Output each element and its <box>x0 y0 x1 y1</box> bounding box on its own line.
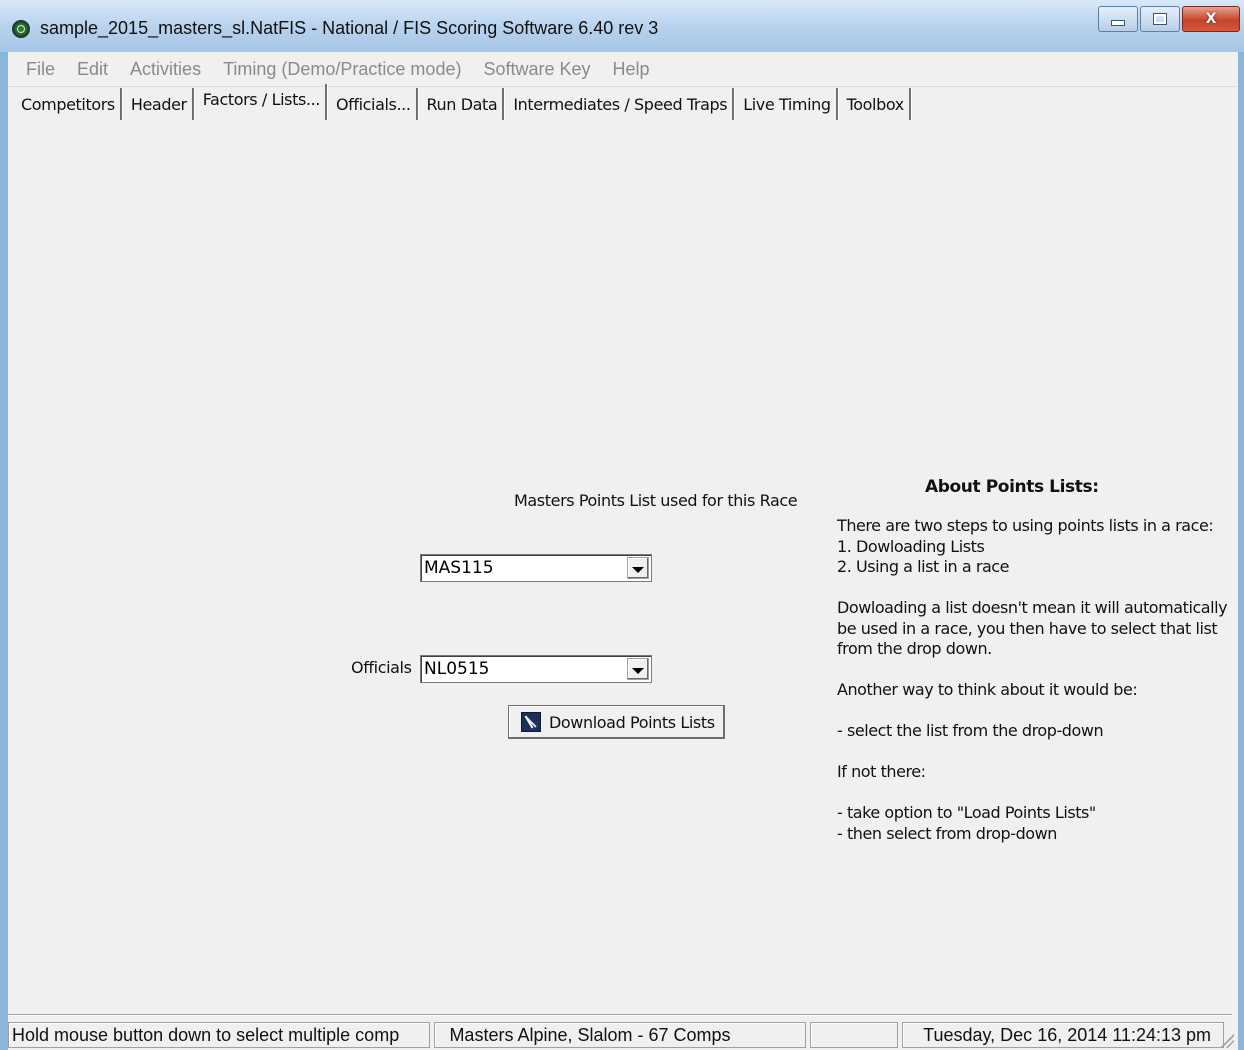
window-controls: X <box>1096 6 1240 32</box>
app-logo-icon[interactable] <box>12 20 30 38</box>
tab-officials[interactable]: Officials... <box>331 88 418 120</box>
status-bar: Hold mouse button down to select multipl… <box>8 1022 1238 1050</box>
about-line: - take option to "Load Points Lists" <box>837 803 1096 822</box>
chevron-down-icon[interactable] <box>627 658 649 680</box>
maximize-button[interactable] <box>1140 6 1180 32</box>
status-race-info: Masters Alpine, Slalom - 67 Comps <box>434 1022 806 1048</box>
menu-file[interactable]: File <box>8 59 66 80</box>
resize-grip-icon[interactable] <box>1220 1034 1234 1048</box>
download-icon <box>521 712 541 732</box>
about-line: - then select from drop-down <box>837 823 1057 843</box>
about-line: There are two steps to using points list… <box>837 516 1214 535</box>
about-line: 1. Dowloading Lists <box>837 536 985 556</box>
about-line: - select the list from the drop-down <box>837 721 1104 740</box>
tab-live-timing[interactable]: Live Timing <box>738 88 838 120</box>
points-list-label: Masters Points List used for this Race <box>514 491 798 510</box>
tab-toolbox[interactable]: Toolbox <box>842 88 911 120</box>
officials-dropdown[interactable]: NL0515 <box>420 655 652 683</box>
close-icon: X <box>1205 11 1217 27</box>
tab-competitors[interactable]: Competitors <box>16 88 122 120</box>
chevron-down-icon[interactable] <box>627 557 649 579</box>
about-line: Dowloading a list doesn't mean it will a… <box>837 598 1228 617</box>
status-hint: Hold mouse button down to select multipl… <box>8 1022 430 1048</box>
about-line: Another way to think about it would be: <box>837 680 1138 699</box>
about-line: from the drop down. <box>837 639 992 658</box>
about-line: 2. Using a list in a race <box>837 557 1010 576</box>
maximize-icon <box>1153 13 1167 25</box>
tab-header[interactable]: Header <box>126 88 194 120</box>
about-line <box>837 701 1217 722</box>
tab-intermediates-speed-traps[interactable]: Intermediates / Speed Traps <box>508 88 735 120</box>
minimize-button[interactable] <box>1098 6 1138 32</box>
menu-edit[interactable]: Edit <box>66 59 119 80</box>
menu-activities[interactable]: Activities <box>119 59 212 80</box>
menu-help[interactable]: Help <box>602 59 661 80</box>
app-window: sample_2015_masters_sl.NatFIS - National… <box>0 0 1244 1050</box>
menu-software-key[interactable]: Software Key <box>472 59 601 80</box>
about-line <box>837 742 1217 763</box>
title-bar[interactable]: sample_2015_masters_sl.NatFIS - National… <box>0 0 1244 52</box>
officials-value: NL0515 <box>424 659 490 679</box>
about-title: About Points Lists: <box>925 477 1099 497</box>
minimize-icon <box>1111 20 1125 26</box>
about-line <box>837 660 1217 681</box>
close-button[interactable]: X <box>1182 6 1240 32</box>
tab-factors-lists[interactable]: Factors / Lists... <box>198 84 327 120</box>
download-points-lists-button[interactable]: Download Points Lists <box>508 705 725 739</box>
about-line <box>837 783 1217 804</box>
status-datetime: Tuesday, Dec 16, 2014 11:24:13 pm <box>902 1022 1224 1048</box>
officials-label: Officials <box>351 658 412 677</box>
about-text: There are two steps to using points list… <box>837 516 1228 844</box>
points-list-value: MAS115 <box>424 558 494 578</box>
about-line <box>837 578 1217 599</box>
status-empty-panel <box>810 1022 898 1048</box>
download-button-label: Download Points Lists <box>549 712 715 732</box>
menu-bar: File Edit Activities Timing (Demo/Practi… <box>8 52 1238 87</box>
points-list-dropdown[interactable]: MAS115 <box>420 554 652 582</box>
about-line: be used in a race, you then have to sele… <box>837 618 1218 638</box>
about-line: If not there: <box>837 762 926 781</box>
menu-timing[interactable]: Timing (Demo/Practice mode) <box>212 59 472 80</box>
tab-run-data[interactable]: Run Data <box>422 88 505 120</box>
tab-bar: Competitors Header Factors / Lists... Of… <box>16 84 915 120</box>
window-title: sample_2015_masters_sl.NatFIS - National… <box>40 18 659 38</box>
